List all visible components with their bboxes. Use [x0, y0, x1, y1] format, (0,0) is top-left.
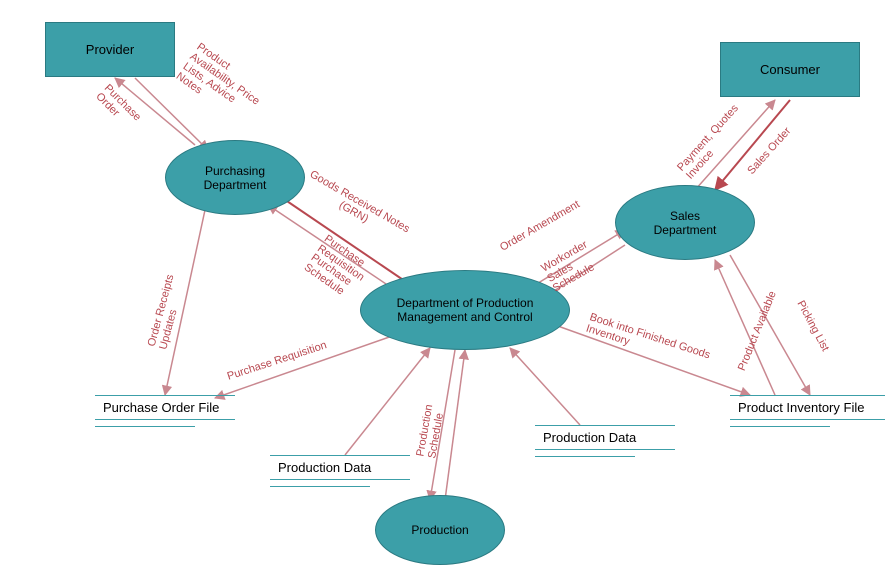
production-node: Production [375, 495, 505, 565]
dpmc-label: Department of Production Management and … [397, 296, 534, 324]
provider-label: Provider [86, 42, 134, 57]
purchasing-label: Purchasing Department [204, 164, 267, 192]
edge-pr-ps: Purchase Requisition Purchase Schedule [302, 234, 373, 303]
pif-label: Product Inventory File [730, 395, 885, 420]
purchase-order-file-node: Purchase Order File [95, 395, 235, 427]
pd2-label: Production Data [535, 425, 675, 450]
edge-purchase-order: Purchase Order [93, 82, 143, 132]
product-inventory-file-node: Product Inventory File [730, 395, 885, 427]
sales-label: Sales Department [654, 209, 717, 237]
dpmc-node: Department of Production Management and … [360, 270, 570, 350]
consumer-label: Consumer [760, 62, 820, 77]
edge-product-available: Product Available [736, 289, 779, 372]
production-data2-node: Production Data [535, 425, 675, 457]
provider-node: Provider [45, 22, 175, 77]
edge-grn: Goods Received Notes (GRN) [302, 168, 412, 246]
edge-purchase-req: Purchase Requisition [226, 339, 329, 383]
purchasing-node: Purchasing Department [165, 140, 305, 215]
edge-payment: Payment, Quotes Invoice [675, 102, 750, 181]
edge-prod-schedule: Production Schedule [415, 404, 447, 460]
pof-label: Purchase Order File [95, 395, 235, 420]
consumer-node: Consumer [720, 42, 860, 97]
edge-product-availability: Product Availability, Price Lists, Advic… [174, 41, 269, 128]
edge-picking-list: Picking List [794, 299, 831, 354]
edge-book-into: Book into Finished Goods Inventory [584, 311, 711, 373]
sales-node: Sales Department [615, 185, 755, 260]
production-data1-node: Production Data [270, 455, 410, 487]
production-label: Production [411, 523, 468, 537]
pd1-label: Production Data [270, 455, 410, 480]
edge-sales-order: Sales Order [745, 125, 793, 177]
edge-order-receipts: Order Receipts Updates [146, 273, 189, 351]
